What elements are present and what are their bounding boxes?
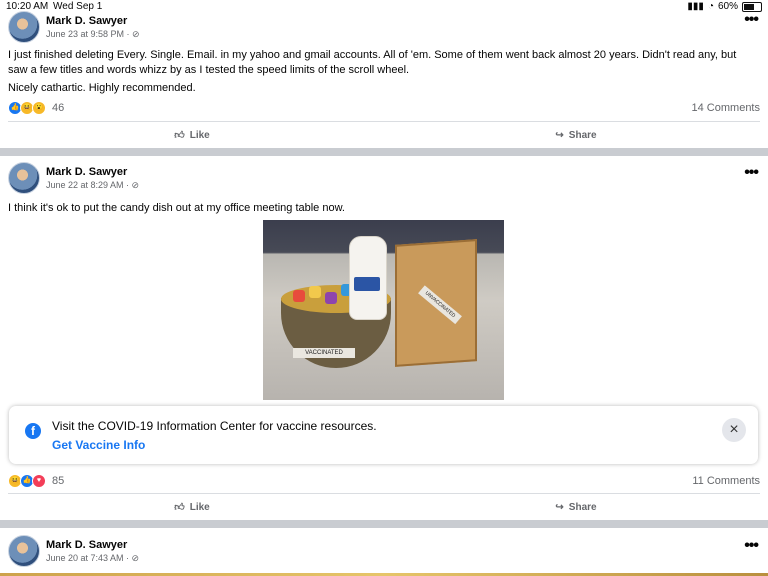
candy xyxy=(325,292,337,304)
battery-icon xyxy=(742,1,762,12)
avatar[interactable] xyxy=(8,162,40,194)
close-icon[interactable]: × xyxy=(722,418,746,442)
share-button[interactable]: ↪ Share xyxy=(384,494,768,520)
love-icon: ♥ xyxy=(32,474,46,488)
post-meta: June 23 at 9:58 PM · ⊘ xyxy=(46,28,140,39)
post-author[interactable]: Mark D. Sawyer xyxy=(46,15,140,28)
post-actions: 👍︎ Like ↪ Share xyxy=(0,122,768,148)
post-meta: June 20 at 7:43 AM · ⊘ xyxy=(46,552,140,563)
wow-icon: 😮 xyxy=(32,101,46,115)
reaction-count: 46 xyxy=(52,102,65,114)
signal-icon: ▮▮▮ xyxy=(687,1,704,12)
post-options-icon[interactable]: ••• xyxy=(744,164,759,182)
like-button[interactable]: 👍︎ Like xyxy=(0,494,384,520)
comments-count[interactable]: 14 Comments xyxy=(692,102,760,114)
post-header: Mark D. Sawyer June 22 at 8:29 AM · ⊘ xyxy=(8,162,139,194)
like-button[interactable]: 👍︎ Like xyxy=(0,122,384,148)
post-text-line: Nicely cathartic. Highly recommended. xyxy=(8,82,196,94)
post-photo[interactable]: VACCINATED UNVACCINATED xyxy=(263,220,504,400)
reactions-summary[interactable]: 😆 👍 ♥ 85 xyxy=(8,474,64,488)
post-actions: 👍︎ Like ↪ Share xyxy=(0,494,768,520)
reactions-summary[interactable]: 👍 😆 😮 46 xyxy=(8,101,64,115)
sanitizer-bottle xyxy=(349,236,387,320)
avatar[interactable] xyxy=(8,11,40,43)
share-icon: ↪ xyxy=(555,129,564,141)
like-label: Like xyxy=(189,129,210,141)
post-options-icon[interactable]: ••• xyxy=(744,11,759,29)
post-card: Mark D. Sawyer June 20 at 7:43 AM · ⊘ ••… xyxy=(0,528,768,576)
battery-percent: 60% xyxy=(717,1,738,12)
post-meta: June 22 at 8:29 AM · ⊘ xyxy=(46,179,140,190)
bowl-label: VACCINATED xyxy=(293,348,355,358)
wooden-box: UNVACCINATED xyxy=(395,239,477,367)
box-label: UNVACCINATED xyxy=(418,285,462,325)
post-card: Mark D. Sawyer June 23 at 9:58 PM · ⊘ ••… xyxy=(0,11,768,148)
avatar[interactable] xyxy=(8,535,40,567)
facebook-icon: f xyxy=(25,423,41,439)
comments-count[interactable]: 11 Comments xyxy=(692,475,760,487)
battery-fill xyxy=(744,3,754,10)
candy xyxy=(293,290,305,302)
post-author[interactable]: Mark D. Sawyer xyxy=(46,539,139,552)
thumbs-up-icon: 👍︎ xyxy=(174,502,185,513)
like-label: Like xyxy=(189,501,210,513)
post-text: I think it's ok to put the candy dish ou… xyxy=(8,202,345,214)
post-card: Mark D. Sawyer June 22 at 8:29 AM · ⊘ ••… xyxy=(0,156,768,520)
post-text: I just finished deleting Every. Single. … xyxy=(8,48,758,96)
post-text-line: I just finished deleting Every. Single. … xyxy=(8,49,737,76)
share-icon: ↪ xyxy=(555,501,564,513)
share-label: Share xyxy=(568,501,597,513)
share-label: Share xyxy=(568,129,597,141)
get-vaccine-info-link[interactable]: Get Vaccine Info xyxy=(52,438,145,452)
reaction-count: 85 xyxy=(52,475,65,487)
share-button[interactable]: ↪ Share xyxy=(384,122,768,148)
thumbs-up-icon: 👍︎ xyxy=(174,130,185,141)
post-options-icon[interactable]: ••• xyxy=(744,537,759,555)
covid-info-text: Visit the COVID-19 Information Center fo… xyxy=(52,419,377,433)
candy xyxy=(309,286,321,298)
post-header: Mark D. Sawyer June 23 at 9:58 PM · ⊘ xyxy=(8,11,140,43)
post-header: Mark D. Sawyer June 20 at 7:43 AM · ⊘ xyxy=(8,535,139,567)
wifi-icon: ◔ xyxy=(707,1,714,12)
covid-info-card: f Visit the COVID-19 Information Center … xyxy=(9,406,758,464)
post-author[interactable]: Mark D. Sawyer xyxy=(46,166,139,179)
